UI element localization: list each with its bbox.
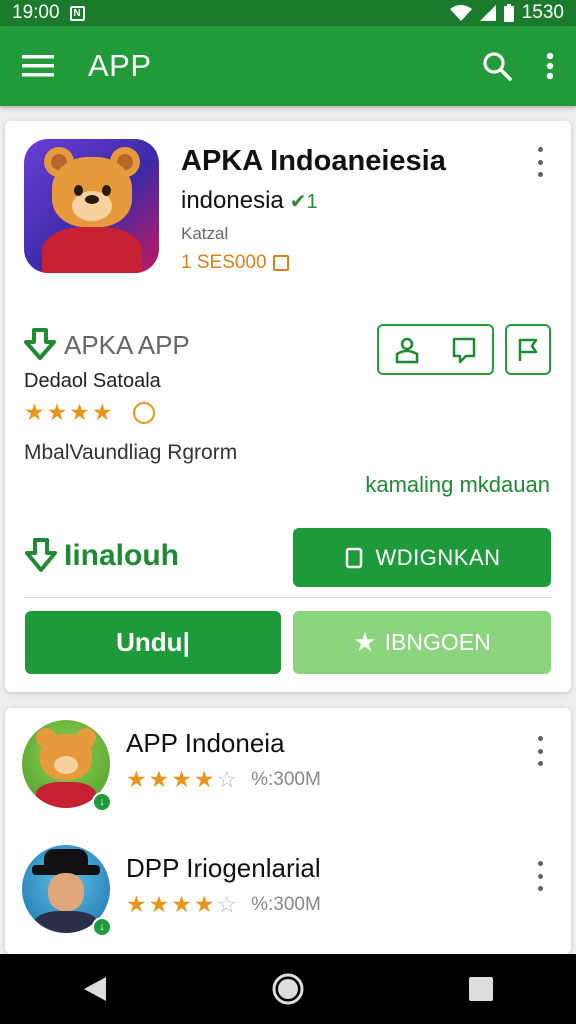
chat-icon[interactable] bbox=[451, 336, 477, 364]
star-icon: ★ bbox=[91, 399, 113, 425]
list-item-rating: ★ ★ ★ ★ ☆ %:300M bbox=[126, 768, 321, 791]
star-icon: ★ bbox=[46, 399, 68, 425]
install-link[interactable]: Iinalouh bbox=[24, 538, 179, 574]
list-item-title: APP Indoneia bbox=[126, 728, 285, 758]
device-icon bbox=[345, 547, 362, 568]
install-icon bbox=[25, 538, 57, 572]
star-icon: ★ bbox=[24, 399, 45, 425]
promo-button-label: IBNGOEN bbox=[384, 629, 491, 655]
menu-icon[interactable] bbox=[22, 54, 54, 78]
app-size: 1 SES000 bbox=[181, 252, 289, 274]
signal-icon bbox=[479, 5, 496, 21]
app-icon[interactable] bbox=[24, 139, 159, 273]
home-icon[interactable] bbox=[271, 972, 305, 1006]
star-icon: ★ bbox=[171, 766, 192, 792]
notification-icon: N bbox=[69, 5, 85, 21]
star-icon: ★ bbox=[126, 766, 147, 792]
bear-body bbox=[42, 227, 142, 273]
star-icon: ★ bbox=[171, 891, 192, 917]
back-icon[interactable] bbox=[82, 975, 108, 1003]
star-empty-icon: ☆ bbox=[216, 766, 238, 792]
star-icon: ★ bbox=[148, 891, 170, 917]
install-status: kamaling mkdauan bbox=[365, 472, 550, 497]
promo-button[interactable]: ★ IBNGOEN bbox=[293, 611, 551, 674]
app-bar-title: APP bbox=[88, 48, 152, 83]
app-size-text: 1 SES000 bbox=[181, 252, 267, 273]
app-subtitle-text: indonesia bbox=[181, 187, 284, 214]
star-icon: ★ bbox=[193, 891, 215, 917]
app-category: MbalVaundliag Rgrorm bbox=[24, 441, 238, 464]
recents-icon[interactable] bbox=[468, 976, 494, 1002]
divider bbox=[24, 597, 552, 598]
featured-rating: ★ ★ ★ ★ bbox=[24, 401, 155, 424]
more-vert-icon[interactable] bbox=[546, 52, 554, 80]
wifi-icon bbox=[449, 5, 472, 21]
app-version: ✔1 bbox=[289, 191, 318, 213]
search-icon[interactable] bbox=[482, 51, 512, 81]
brand-row: APKA APP bbox=[24, 328, 190, 362]
flag-button[interactable] bbox=[505, 324, 551, 375]
app-developer: Katzal bbox=[181, 224, 229, 243]
card-more-icon[interactable] bbox=[534, 147, 546, 177]
brand-label: APKA APP bbox=[64, 329, 190, 360]
bear-eye-left bbox=[74, 185, 83, 196]
star-icon: ★ bbox=[126, 891, 147, 917]
app-title: APKA Indoaneiesia bbox=[181, 145, 446, 177]
status-bar: 19:00 N 1530 bbox=[0, 0, 576, 26]
size-icon bbox=[272, 255, 289, 271]
star-empty-icon: ☆ bbox=[216, 891, 238, 917]
flag-icon bbox=[518, 338, 538, 361]
download-badge-icon: ↓ bbox=[92, 792, 112, 812]
install-label: Iinalouh bbox=[64, 539, 179, 572]
star-icon: ★ bbox=[148, 766, 170, 792]
bear-eye-right bbox=[102, 185, 111, 196]
list-item-title: DPP Iriogenlarial bbox=[126, 853, 321, 883]
list-item-meta: %:300M bbox=[251, 893, 321, 915]
star-icon: ★ bbox=[69, 399, 90, 425]
list-item[interactable]: ↓ DPP Iriogenlarial ★ ★ ★ ★ ☆ %:300M bbox=[5, 833, 571, 937]
list-item-more-icon[interactable] bbox=[534, 861, 546, 891]
list-item-meta: %:300M bbox=[251, 768, 321, 790]
battery-time: 1530 bbox=[521, 2, 564, 23]
download-badge-icon: ↓ bbox=[92, 917, 112, 937]
secondary-action-button[interactable]: WDIGNKAN bbox=[293, 528, 551, 587]
star-icon: ★ bbox=[193, 766, 215, 792]
list-item[interactable]: ↓ APP Indoneia ★ ★ ★ ★ ☆ %:300M bbox=[5, 708, 571, 812]
download-icon bbox=[24, 328, 56, 360]
download-button[interactable]: Undu| bbox=[25, 611, 281, 674]
person-icon[interactable] bbox=[394, 336, 420, 364]
star-icon: ★ bbox=[353, 627, 377, 657]
action-icons-group bbox=[377, 324, 494, 375]
secondary-action-label: WDIGNKAN bbox=[375, 544, 501, 570]
battery-icon bbox=[503, 4, 514, 22]
face-icon bbox=[132, 401, 155, 424]
app-subtitle: indonesia ✔1 bbox=[181, 187, 318, 215]
list-item-rating: ★ ★ ★ ★ ☆ %:300M bbox=[126, 893, 321, 916]
featured-app-card: APKA Indoaneiesia indonesia ✔1 Katzal 1 S… bbox=[5, 121, 571, 692]
developer-name: Dedaol Satoala bbox=[24, 370, 161, 392]
bear-nose bbox=[85, 195, 99, 204]
list-item-more-icon[interactable] bbox=[534, 736, 546, 766]
status-time: 19:00 bbox=[12, 2, 60, 23]
app-list-card: ↓ APP Indoneia ★ ★ ★ ★ ☆ %:300M ↓ DPP Ir… bbox=[5, 708, 571, 954]
app-bar: APP bbox=[0, 26, 576, 106]
navigation-bar bbox=[0, 954, 576, 1024]
